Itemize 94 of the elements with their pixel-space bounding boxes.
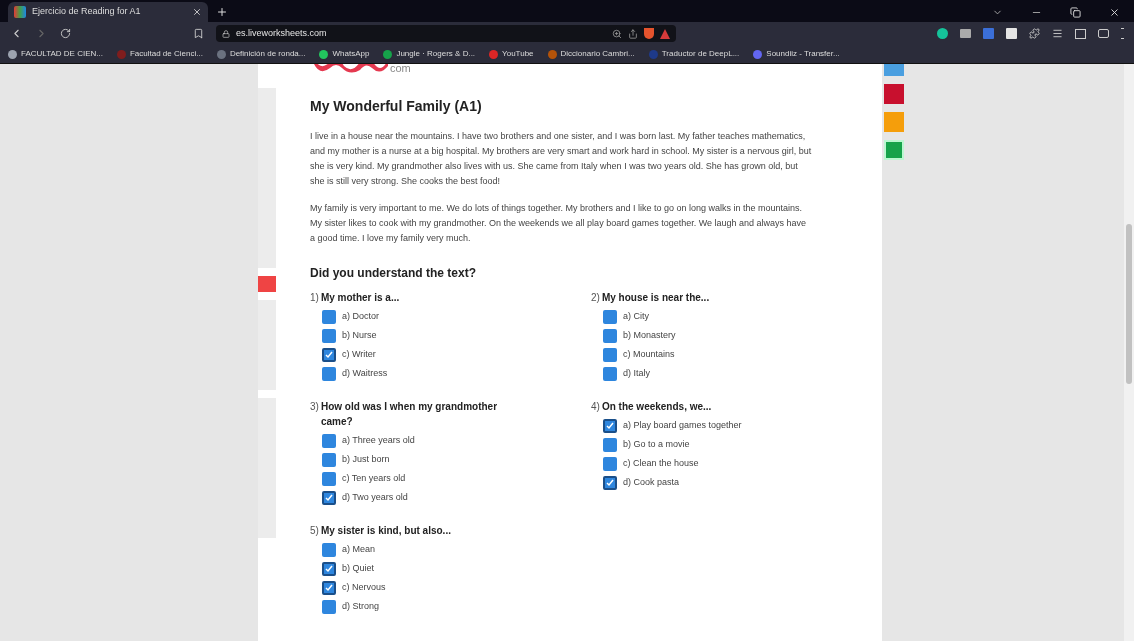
option-label: c) Nervous [342, 581, 386, 595]
option-label: c) Ten years old [342, 472, 406, 486]
restore-icon[interactable] [1070, 7, 1081, 18]
checkbox[interactable] [322, 491, 336, 505]
checkbox[interactable] [603, 457, 617, 471]
check-icon [325, 565, 333, 573]
question-number: 1) [310, 291, 319, 305]
extension-icon[interactable] [937, 28, 948, 39]
checkbox[interactable] [322, 329, 336, 343]
section-title: Did you understand the text? [310, 265, 477, 282]
new-tab-icon[interactable] [216, 6, 228, 18]
checkbox[interactable] [603, 348, 617, 362]
bookmark-icon[interactable] [193, 28, 204, 39]
option-label: b) Nurse [342, 329, 377, 343]
option-label: b) Monastery [623, 329, 676, 343]
option-label: a) Mean [342, 543, 376, 557]
list-icon[interactable] [1052, 28, 1063, 39]
close-window-icon[interactable] [1109, 7, 1120, 18]
bookmark[interactable]: Diccionario Cambri... [547, 48, 635, 60]
check-icon [606, 422, 614, 430]
checkbox[interactable] [322, 581, 336, 595]
checkbox[interactable] [322, 310, 336, 324]
bookmark[interactable]: Traductor de DeepL... [648, 48, 740, 60]
share-classroom-icon[interactable] [884, 140, 904, 160]
option-label: c) Mountains [623, 348, 675, 362]
option-label: a) Play board games together [623, 419, 742, 433]
triangle-icon[interactable] [660, 28, 670, 39]
option-label: d) Strong [342, 600, 380, 614]
option-label: a) Three years old [342, 434, 415, 448]
checkbox[interactable] [322, 562, 336, 576]
checkbox[interactable] [322, 472, 336, 486]
checkbox[interactable] [603, 438, 617, 452]
url-text: es.liveworksheets.com [236, 26, 328, 40]
reload-icon[interactable] [60, 28, 71, 39]
puzzle-icon[interactable] [1029, 28, 1040, 39]
favicon-icon [14, 6, 26, 18]
check-icon [325, 494, 333, 502]
checkbox[interactable] [603, 367, 617, 381]
check-icon [325, 584, 333, 592]
option-label: d) Cook pasta [623, 476, 680, 490]
browser-tab[interactable]: Ejercicio de Reading for A1 [8, 2, 208, 22]
checkbox[interactable] [322, 348, 336, 362]
lock-icon [222, 29, 230, 38]
zoom-icon[interactable] [612, 28, 622, 39]
check-icon [606, 479, 614, 487]
option-label: d) Two years old [342, 491, 408, 505]
logo-suffix: com [390, 64, 411, 74]
checkbox[interactable] [322, 543, 336, 557]
close-icon[interactable] [192, 7, 202, 17]
checkbox[interactable] [603, 310, 617, 324]
option-label: a) Doctor [342, 310, 379, 324]
scrollbar-thumb[interactable] [1126, 224, 1132, 384]
bookmark[interactable]: Facultad de Cienci... [116, 48, 203, 60]
checkbox[interactable] [603, 476, 617, 490]
address-bar[interactable]: es.liveworksheets.com [216, 25, 676, 42]
checkbox[interactable] [603, 419, 617, 433]
check-icon [325, 351, 333, 359]
checkbox[interactable] [322, 367, 336, 381]
question-text: My sister is kind, but also... [320, 524, 451, 538]
paragraph: My family is very important to me. We do lots of things together. My brothers and I like to go on long walks in the mountains. My sister likes to cook with my grandmother. On the weekends we all play board games together. We laugh and always have a good time. I love my family very much. [310, 202, 808, 245]
tab-title: Ejercicio de Reading for A1 [32, 5, 142, 19]
question-number: 2) [591, 291, 600, 305]
wallet-icon[interactable] [1098, 29, 1109, 38]
sidebar-icon[interactable] [1075, 28, 1086, 39]
checkbox[interactable] [322, 453, 336, 467]
question-number: 4) [591, 400, 600, 414]
checkbox[interactable] [603, 329, 617, 343]
progress-marker [258, 276, 276, 292]
question-number: 3) [310, 400, 319, 414]
option-label: d) Italy [623, 367, 650, 381]
shield-icon[interactable] [644, 28, 654, 39]
question-text: On the weekends, we... [601, 400, 712, 414]
bookmark[interactable]: FACULTAD DE CIEN... [8, 48, 103, 60]
share-icon[interactable] [628, 28, 638, 39]
question-number: 5) [310, 524, 319, 538]
question-text: My mother is a... [320, 291, 400, 305]
option-label: a) City [623, 310, 649, 324]
worksheet-title: My Wonderful Family (A1) [310, 97, 483, 116]
checkbox[interactable] [322, 600, 336, 614]
option-label: c) Clean the house [623, 457, 699, 471]
question-text: How old was I when my grandmother came? [320, 400, 499, 429]
option-label: b) Quiet [342, 562, 374, 576]
bookmark[interactable]: WhatsApp [319, 48, 370, 60]
bookmark[interactable]: Definición de ronda... [216, 48, 306, 60]
bookmark[interactable]: Soundiiz - Transfer... [753, 48, 840, 60]
option-label: b) Just born [342, 453, 390, 467]
option-label: d) Waitress [342, 367, 388, 381]
checkbox[interactable] [322, 434, 336, 448]
bookmark[interactable]: YouTube [489, 48, 534, 60]
question-text: My house is near the... [601, 291, 710, 305]
option-label: b) Go to a movie [623, 438, 690, 452]
bookmark[interactable]: Jungle · Rogers & D... [383, 48, 476, 60]
option-label: c) Writer [342, 348, 376, 362]
paragraph: I live in a house near the mountains. I have two brothers and one sister, and I was born last. My father teaches mathematics, and my mother is a nurse at a big hospital. My brothers are very smart and work hard in school. My sister is a nervous girl, but she is very kind. My grandmother also lives with us. She came from Italy when I was two years old. She has grown old, but she is still very strong. She cooks the best food! [310, 130, 813, 188]
